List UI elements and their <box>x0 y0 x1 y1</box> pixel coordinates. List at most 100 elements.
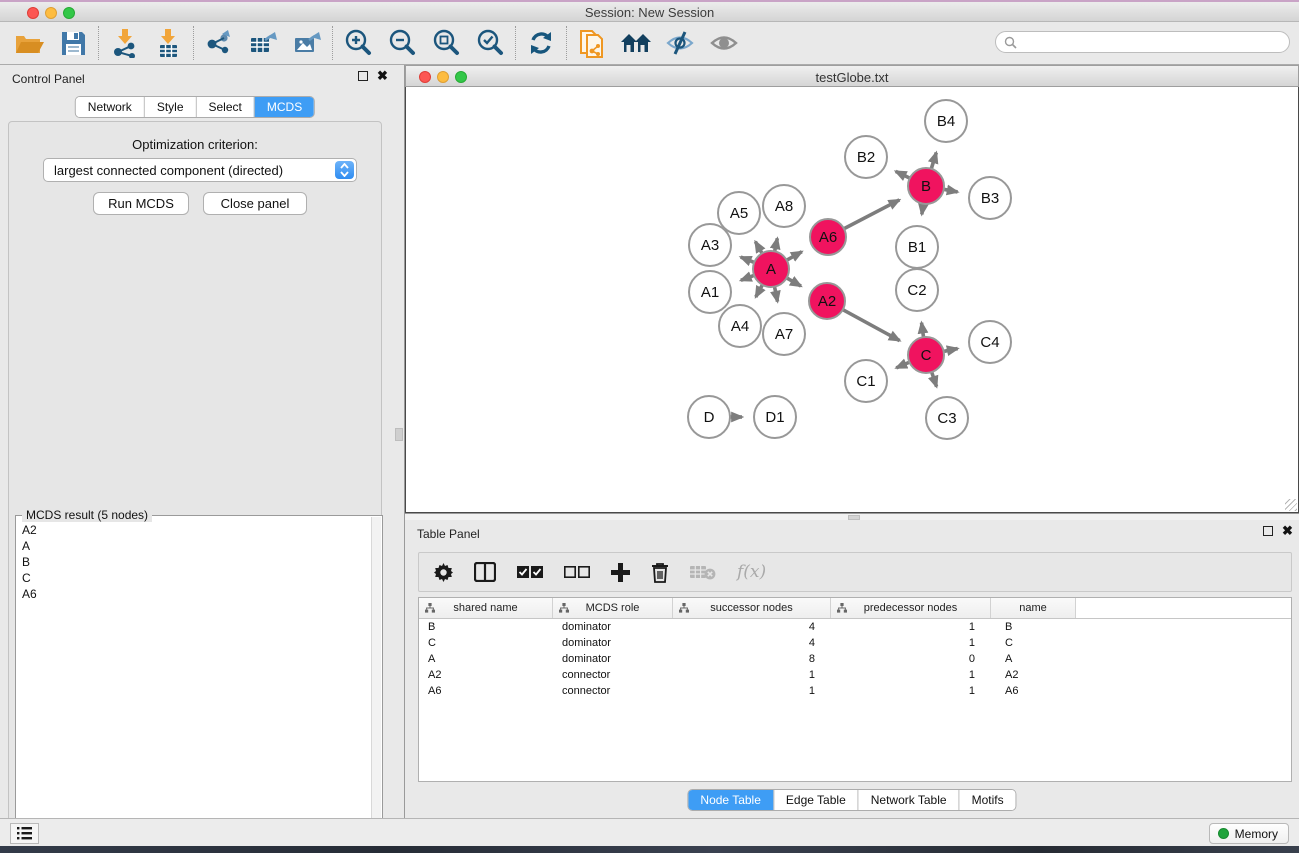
table-cell[interactable]: dominator <box>553 653 673 665</box>
network-canvas[interactable]: AA1A2A3A4A5A6A7A8BB1B2B3B4CC1C2C3C4DD1 <box>405 87 1299 513</box>
create-column-icon[interactable] <box>611 563 630 582</box>
table-cell[interactable]: 4 <box>673 621 831 633</box>
refresh-network-view-icon[interactable] <box>524 26 558 60</box>
show-columns-icon[interactable] <box>474 562 496 582</box>
table-row[interactable]: Adominator80A <box>419 651 1291 667</box>
table-cell[interactable]: A2 <box>419 669 553 681</box>
tab-network[interactable]: Network <box>76 97 144 117</box>
edge-A6-B[interactable] <box>842 200 899 230</box>
table-cell[interactable]: 1 <box>673 685 831 697</box>
table-cell[interactable]: B <box>419 621 553 633</box>
run-mcds-button[interactable]: Run MCDS <box>93 192 189 215</box>
export-network-icon[interactable] <box>202 26 236 60</box>
search-input[interactable] <box>1022 35 1281 49</box>
table-cell[interactable]: C <box>419 637 553 649</box>
mcds-result-item[interactable]: A2 <box>18 522 370 538</box>
table-cell[interactable]: A <box>991 653 1076 665</box>
table-cell[interactable]: dominator <box>553 637 673 649</box>
tab-style[interactable]: Style <box>144 97 196 117</box>
table-options-gear-icon[interactable] <box>434 563 453 582</box>
mcds-result-item[interactable]: A <box>18 538 370 554</box>
mcds-result-item[interactable]: A6 <box>18 586 370 602</box>
mcds-result-item[interactable]: C <box>18 570 370 586</box>
node-attribute-table[interactable]: shared nameMCDS rolesuccessor nodesprede… <box>418 597 1292 782</box>
node-label-B3: B3 <box>981 190 999 207</box>
table-cell[interactable]: dominator <box>553 621 673 633</box>
table-row[interactable]: Cdominator41C <box>419 635 1291 651</box>
column-header-MCDS-role[interactable]: MCDS role <box>553 598 673 618</box>
zoom-in-icon[interactable] <box>341 26 375 60</box>
float-panel-icon[interactable] <box>358 71 368 81</box>
tab-edge-table[interactable]: Edge Table <box>773 790 858 810</box>
table-cell[interactable]: connector <box>553 669 673 681</box>
column-header-shared-name[interactable]: shared name <box>419 598 553 618</box>
table-cell[interactable]: 1 <box>673 669 831 681</box>
table-cell[interactable]: A2 <box>991 669 1076 681</box>
criterion-dropdown[interactable]: largest connected component (directed) <box>43 158 357 182</box>
table-cell[interactable]: connector <box>553 685 673 697</box>
tab-mcds[interactable]: MCDS <box>254 97 314 117</box>
select-all-columns-icon[interactable] <box>517 566 543 579</box>
control-panel-tabs: Network Style Select MCDS <box>75 96 315 118</box>
table-cell[interactable]: C <box>991 637 1076 649</box>
export-image-icon[interactable] <box>290 26 324 60</box>
edge-A2-C[interactable] <box>841 309 900 341</box>
unselect-all-columns-icon[interactable] <box>564 566 590 579</box>
table-cell[interactable]: 1 <box>831 637 991 649</box>
memory-status-button[interactable]: Memory <box>1209 823 1289 844</box>
splitter-handle[interactable] <box>395 428 403 441</box>
import-table-icon[interactable] <box>151 26 185 60</box>
table-cell[interactable]: 1 <box>831 621 991 633</box>
export-table-icon[interactable] <box>246 26 280 60</box>
node-label-B1: B1 <box>908 239 926 256</box>
show-task-history-button[interactable] <box>10 823 39 844</box>
table-cell[interactable]: A6 <box>991 685 1076 697</box>
network-from-file-icon[interactable] <box>575 26 609 60</box>
show-panels-eye-icon[interactable] <box>707 26 741 60</box>
node-label-B2: B2 <box>857 149 875 166</box>
tab-motifs[interactable]: Motifs <box>959 790 1016 810</box>
search-field[interactable] <box>995 31 1290 53</box>
import-network-icon[interactable] <box>107 26 141 60</box>
column-header-name[interactable]: name <box>991 598 1076 618</box>
table-cell[interactable]: 4 <box>673 637 831 649</box>
node-label-C4: C4 <box>980 334 999 351</box>
tab-network-table[interactable]: Network Table <box>858 790 959 810</box>
home-automatic-layout-icon[interactable] <box>619 26 653 60</box>
zoom-fit-icon[interactable] <box>429 26 463 60</box>
zoom-out-icon[interactable] <box>385 26 419 60</box>
column-header-predecessor-nodes[interactable]: predecessor nodes <box>831 598 991 618</box>
save-session-icon[interactable] <box>56 26 90 60</box>
close-panel-icon[interactable]: ✖ <box>1282 526 1293 536</box>
network-window-titlebar[interactable]: testGlobe.txt <box>405 65 1299 87</box>
table-cell[interactable]: 0 <box>831 653 991 665</box>
zoom-selected-icon[interactable] <box>473 26 507 60</box>
window-resize-grip[interactable] <box>1285 499 1297 511</box>
mcds-result-scrollbar[interactable] <box>371 517 381 853</box>
vertical-splitter[interactable] <box>390 65 405 818</box>
tab-node-table[interactable]: Node Table <box>688 790 773 810</box>
table-cell[interactable]: 1 <box>831 685 991 697</box>
tab-select[interactable]: Select <box>196 97 254 117</box>
delete-columns-trash-icon[interactable] <box>651 562 669 583</box>
table-cell[interactable]: A6 <box>419 685 553 697</box>
column-header-successor-nodes[interactable]: successor nodes <box>673 598 831 618</box>
optimization-criterion-label: Optimization criterion: <box>9 137 381 152</box>
network-graph[interactable]: AA1A2A3A4A5A6A7A8BB1B2B3B4CC1C2C3C4DD1 <box>406 87 1298 511</box>
table-cell[interactable]: A <box>419 653 553 665</box>
float-panel-icon[interactable] <box>1263 526 1273 536</box>
task-list-icon <box>17 827 32 840</box>
table-cell[interactable]: 1 <box>831 669 991 681</box>
open-file-icon[interactable] <box>12 26 46 60</box>
table-cell[interactable]: B <box>991 621 1076 633</box>
table-row[interactable]: A2connector11A2 <box>419 667 1291 683</box>
mcds-result-list[interactable]: A2ABCA6 <box>18 522 370 853</box>
table-cell[interactable]: 8 <box>673 653 831 665</box>
horizontal-splitter[interactable] <box>405 513 1299 520</box>
mcds-result-item[interactable]: B <box>18 554 370 570</box>
table-row[interactable]: A6connector11A6 <box>419 683 1291 699</box>
close-panel-button[interactable]: Close panel <box>203 192 307 215</box>
table-row[interactable]: Bdominator41B <box>419 619 1291 635</box>
hide-panels-eye-slash-icon[interactable] <box>663 26 697 60</box>
close-panel-icon[interactable]: ✖ <box>377 71 388 81</box>
